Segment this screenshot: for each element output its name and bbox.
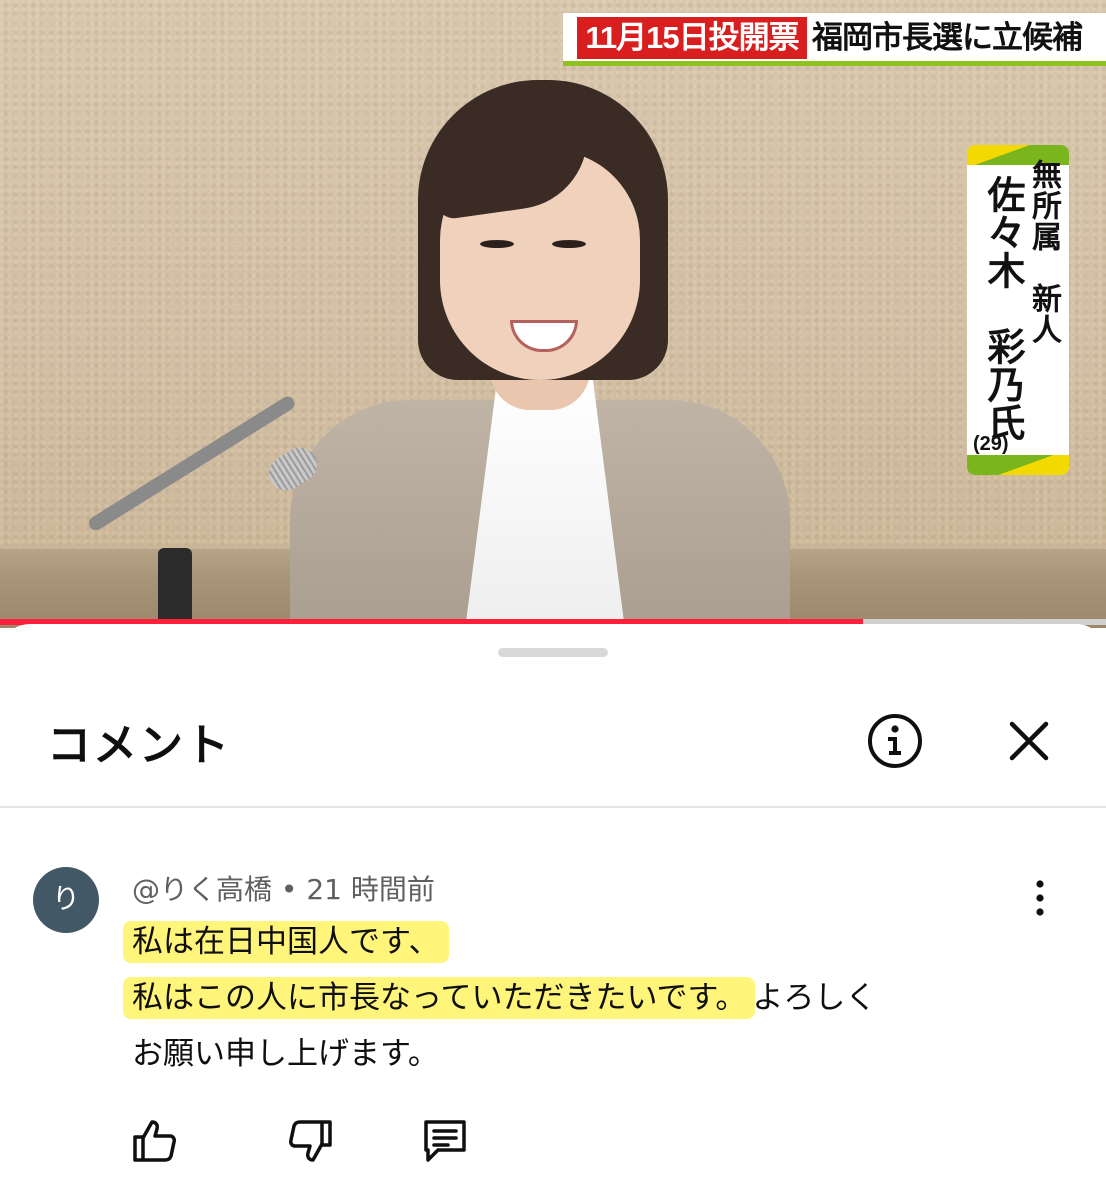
caption-accent-bar bbox=[563, 61, 1106, 66]
comment-actions bbox=[0, 1116, 1106, 1166]
thumbs-down-icon[interactable] bbox=[285, 1116, 335, 1166]
comment-time: 21 時間前 bbox=[306, 873, 435, 906]
caption-title: 福岡市長選に立候補 bbox=[812, 20, 1083, 55]
comment-text-rest: よろしく bbox=[752, 980, 877, 1016]
info-icon[interactable] bbox=[866, 712, 924, 770]
name-card-age: (29) bbox=[973, 433, 1009, 455]
close-icon[interactable] bbox=[1004, 716, 1054, 766]
name-card: 無所属 新人 佐々木 彩乃氏 (29) bbox=[967, 145, 1069, 475]
thumbs-up-icon[interactable] bbox=[130, 1116, 180, 1166]
comment-text: 私は在日中国人です、 私はこの人に市長なっていただきたいです。 よろしく お願い申… bbox=[126, 914, 1032, 1082]
meta-separator: • bbox=[272, 873, 307, 906]
name-card-name: 佐々木 彩乃氏 bbox=[981, 175, 1023, 441]
avatar[interactable]: り bbox=[33, 867, 99, 933]
comments-panel: コメント り @りく高橋 • 21 時間前 私は在日中国人です、 私はこの人に市… bbox=[0, 624, 1106, 1200]
speaker-figure bbox=[290, 80, 790, 628]
comment-meta: @りく高橋 • 21 時間前 bbox=[132, 868, 435, 908]
comment-text-line: お願い申し上げます。 bbox=[132, 1036, 439, 1072]
highlighted-text: 私はこの人に市長なっていただきたいです。 bbox=[126, 980, 753, 1016]
reply-icon[interactable] bbox=[420, 1116, 470, 1166]
comment-author[interactable]: @りく高橋 bbox=[132, 873, 272, 906]
highlighted-text: 私は在日中国人です、 bbox=[126, 924, 446, 960]
panel-title: コメント bbox=[47, 720, 231, 771]
microphone-stand bbox=[158, 548, 192, 628]
video-player[interactable]: 11月15日投開票 福岡市長選に立候補 無所属 新人 佐々木 彩乃氏 (29) bbox=[0, 0, 1106, 628]
header-divider bbox=[0, 806, 1106, 808]
drag-handle[interactable] bbox=[498, 648, 608, 657]
caption-date: 11月15日投開票 bbox=[577, 17, 807, 59]
